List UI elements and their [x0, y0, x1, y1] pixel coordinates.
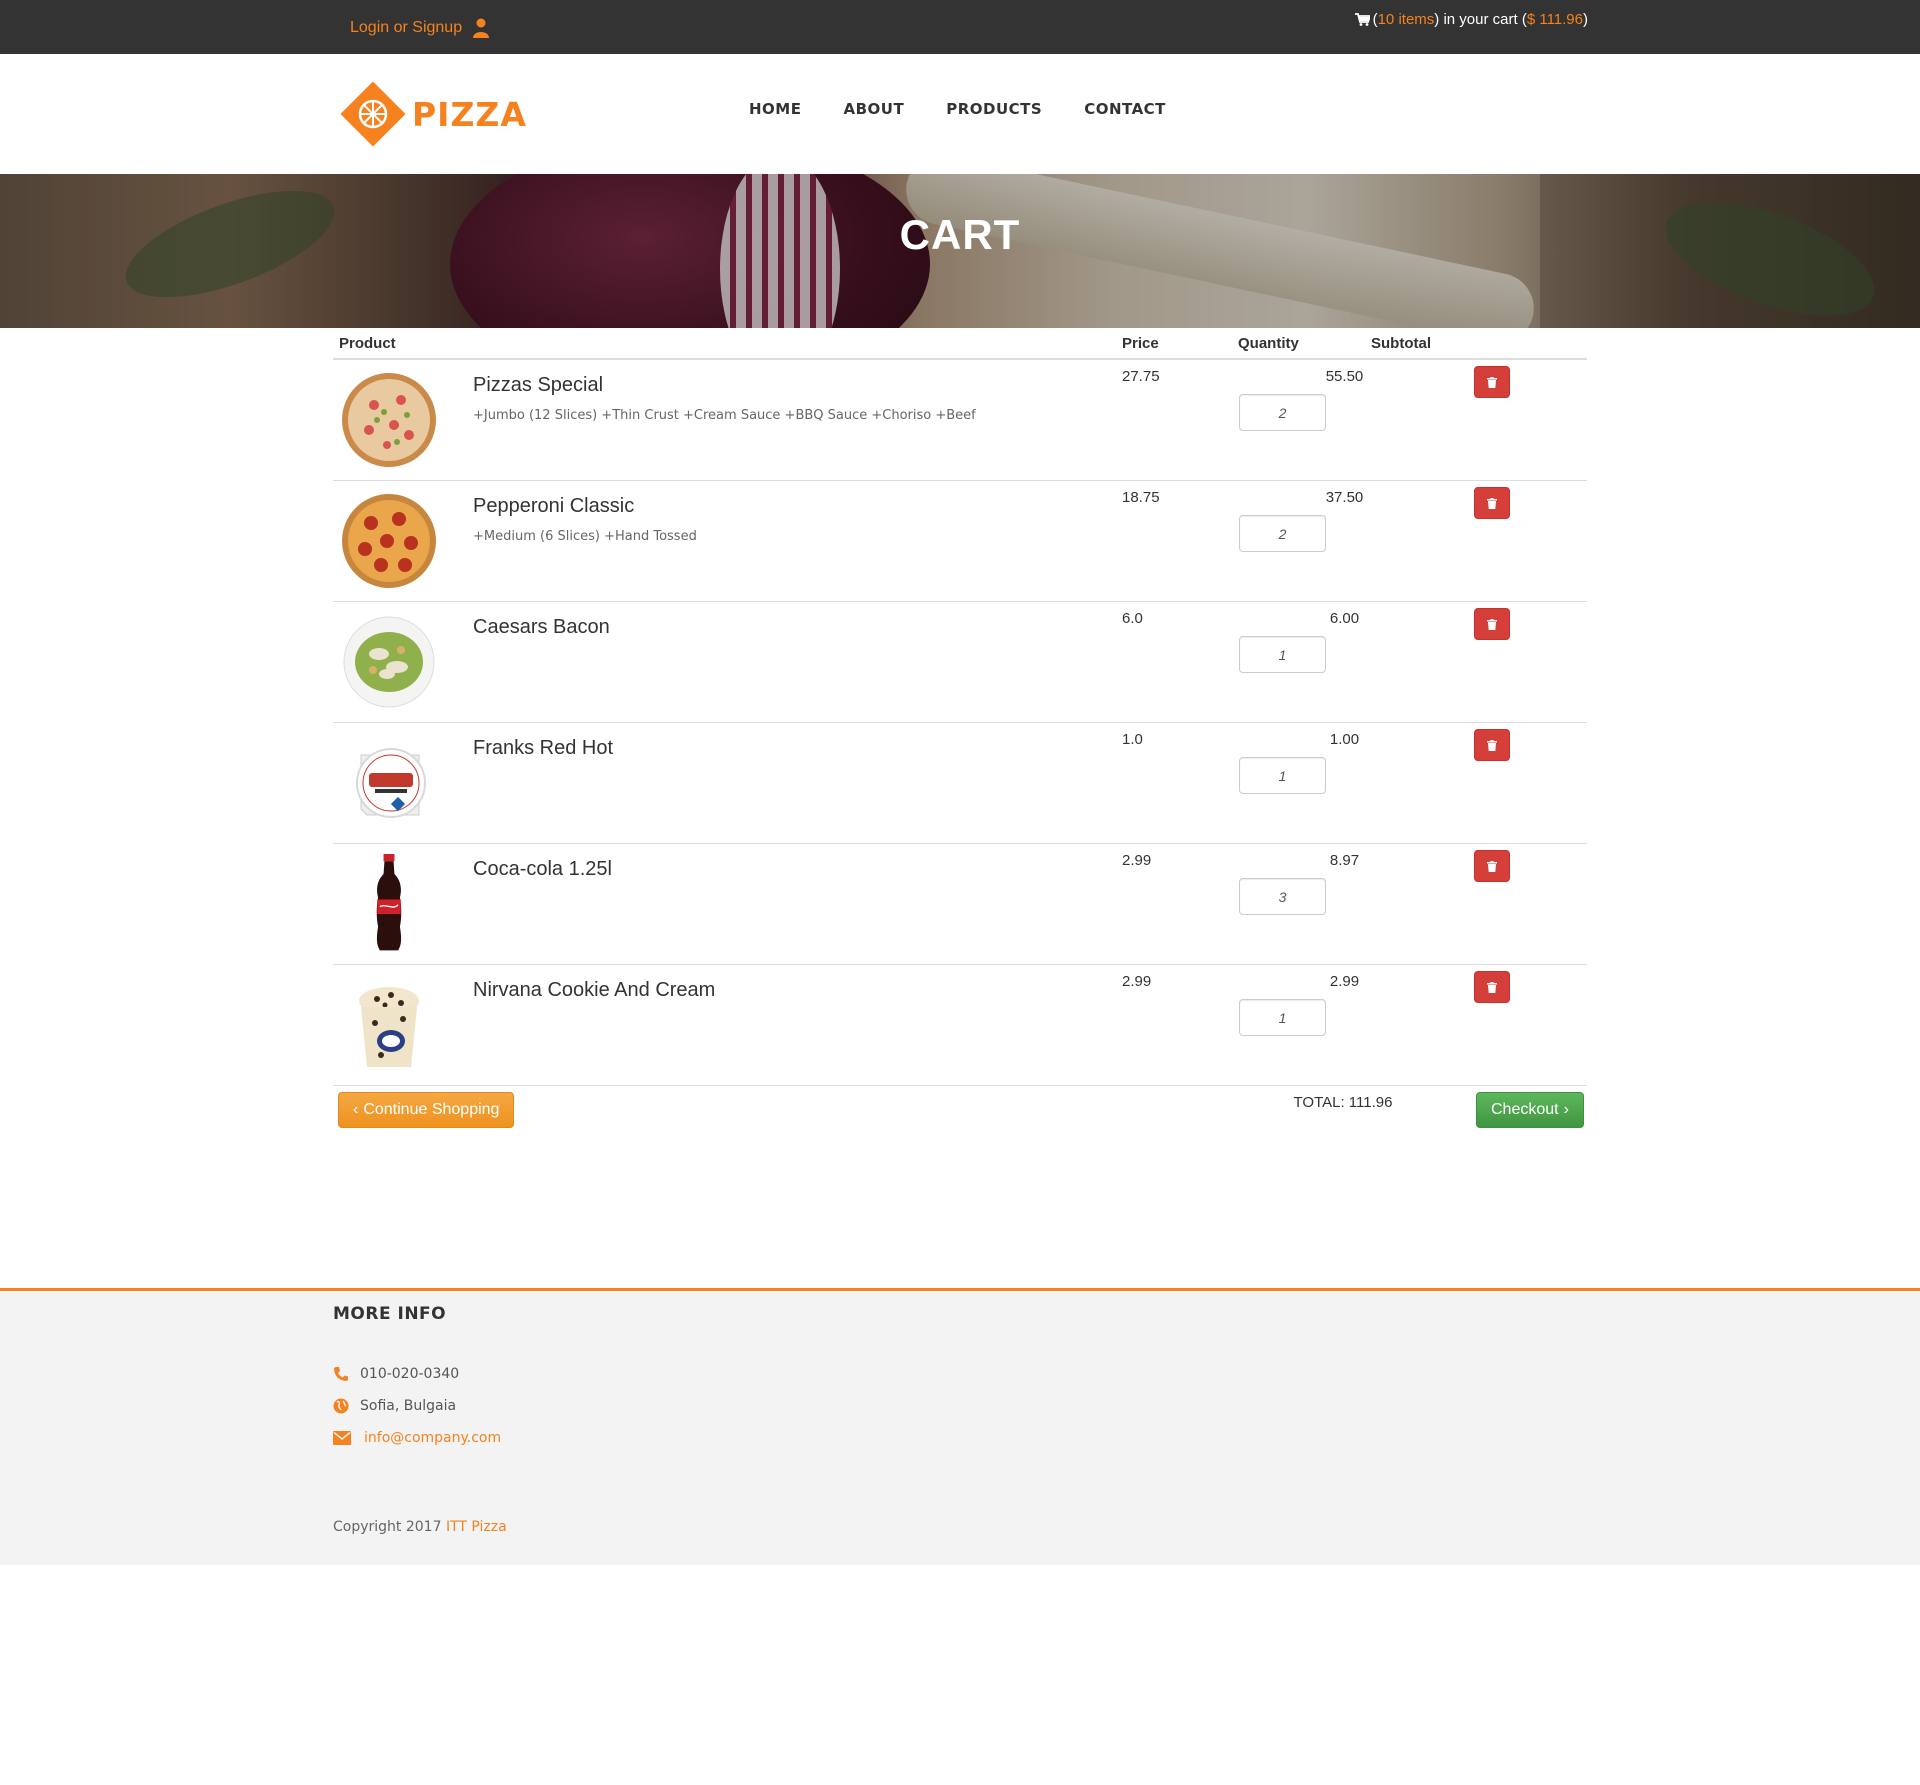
- product-price: 18.75: [1122, 489, 1160, 506]
- checkout-button[interactable]: Checkout ›: [1476, 1092, 1584, 1128]
- product-name[interactable]: Nirvana Cookie And Cream: [473, 979, 715, 1002]
- checkout-label: Checkout: [1491, 1101, 1559, 1118]
- quantity-input[interactable]: [1239, 515, 1326, 552]
- ice-cream-cup-image: [359, 987, 419, 1067]
- cart-footer: ‹ Continue Shopping TOTAL: 111.96 Checko…: [333, 1086, 1587, 1146]
- product-price: 2.99: [1122, 852, 1152, 869]
- cart-row: Caesars Bacon 6.0 6.00: [333, 602, 1587, 723]
- login-label: Login or Signup: [350, 19, 463, 36]
- product-price: 6.0: [1122, 610, 1143, 627]
- remove-item-button[interactable]: [1474, 729, 1510, 761]
- nav-products[interactable]: PRODUCTS: [946, 100, 1042, 118]
- email-link[interactable]: info@company.com: [364, 1430, 501, 1446]
- copyright-brand-link[interactable]: ITT Pizza: [446, 1519, 507, 1535]
- pizza-special-image: [342, 373, 436, 467]
- red-hot-sauce-image: [356, 748, 426, 818]
- caesar-salad-image: [343, 616, 435, 708]
- cart-row: Pepperoni Classic +Medium (6 Slices) +Ha…: [333, 481, 1587, 602]
- nav-about[interactable]: ABOUT: [843, 100, 904, 118]
- trash-icon: [1487, 618, 1497, 630]
- footer-phone: 010-020-0340: [333, 1366, 459, 1382]
- column-price: Price: [1122, 335, 1159, 352]
- copyright: Copyright 2017 ITT Pizza: [333, 1519, 507, 1535]
- phone-text: 010-020-0340: [360, 1366, 460, 1382]
- cart-table-header: Product Price Quantity Subtotal: [333, 328, 1587, 360]
- product-name[interactable]: Pepperoni Classic: [473, 495, 634, 518]
- product-name[interactable]: Coca-cola 1.25l: [473, 858, 612, 881]
- footer-email: info@company.com: [333, 1430, 501, 1446]
- product-subtotal: 6.00: [1329, 610, 1360, 627]
- product-name[interactable]: Caesars Bacon: [473, 616, 610, 639]
- globe-icon: [333, 1398, 349, 1414]
- continue-shopping-button[interactable]: ‹ Continue Shopping: [338, 1092, 515, 1128]
- remove-item-button[interactable]: [1474, 366, 1510, 398]
- product-subtotal: 2.99: [1329, 973, 1360, 990]
- quantity-input[interactable]: [1239, 757, 1326, 794]
- product-subtotal: 1.00: [1329, 731, 1360, 748]
- trash-icon: [1487, 739, 1497, 751]
- cart-total: TOTAL: 111.96: [1293, 1094, 1393, 1111]
- product-subtotal: 55.50: [1325, 368, 1364, 385]
- cart-icon: [1354, 13, 1370, 26]
- chevron-left-icon: ‹: [353, 1101, 359, 1118]
- column-product: Product: [339, 335, 396, 352]
- product-price: 27.75: [1122, 368, 1160, 385]
- footer-heading: MORE INFO: [333, 1304, 447, 1324]
- address-text: Sofia, Bulgaia: [360, 1398, 457, 1414]
- top-bar: Login or Signup ( 10 items ) in your car…: [0, 0, 1920, 54]
- product-subtotal: 37.50: [1325, 489, 1364, 506]
- trash-icon: [1487, 981, 1497, 993]
- page-title: CART: [899, 211, 1021, 258]
- product-subtotal: 8.97: [1329, 852, 1360, 869]
- cart-row: Nirvana Cookie And Cream 2.99 2.99: [333, 965, 1587, 1086]
- chevron-right-icon: ›: [1563, 1101, 1569, 1118]
- cola-bottle-image: [376, 854, 402, 951]
- cart-row: Pizzas Special +Jumbo (12 Slices) +Thin …: [333, 360, 1587, 481]
- nav-contact[interactable]: CONTACT: [1084, 100, 1166, 118]
- pepperoni-pizza-image: [342, 494, 436, 588]
- pizza-logo-icon: [340, 81, 406, 147]
- column-quantity: Quantity: [1238, 335, 1299, 352]
- quantity-input[interactable]: [1239, 878, 1326, 915]
- cart-table: Product Price Quantity Subtotal Pizzas S…: [333, 328, 1587, 1146]
- remove-item-button[interactable]: [1474, 487, 1510, 519]
- column-subtotal: Subtotal: [1371, 335, 1431, 352]
- site-header: PIZZA HOME ABOUT PRODUCTS CONTACT: [0, 54, 1920, 174]
- cart-summary-text: ) in your cart (: [1434, 11, 1527, 28]
- cart-close-paren: ): [1583, 11, 1588, 28]
- nav-home[interactable]: HOME: [749, 100, 801, 118]
- continue-shopping-label: Continue Shopping: [363, 1101, 500, 1118]
- site-logo[interactable]: PIZZA: [340, 81, 527, 147]
- phone-icon: [334, 1367, 348, 1381]
- cart-row: Coca-cola 1.25l 2.99 8.97: [333, 844, 1587, 965]
- trash-icon: [1487, 497, 1497, 509]
- user-icon: [473, 18, 490, 38]
- product-price: 2.99: [1122, 973, 1152, 990]
- trash-icon: [1487, 376, 1497, 388]
- cart-summary[interactable]: ( 10 items ) in your cart ( $ 111.96 ): [1354, 11, 1588, 28]
- copyright-text: Copyright 2017: [333, 1519, 446, 1535]
- cart-item-count[interactable]: 10 items: [1378, 11, 1435, 28]
- cart-total-amount[interactable]: $ 111.96: [1527, 11, 1583, 28]
- main-nav: HOME ABOUT PRODUCTS CONTACT: [749, 100, 1166, 118]
- logo-text: PIZZA: [412, 94, 527, 134]
- envelope-icon: [333, 1431, 351, 1445]
- quantity-input[interactable]: [1239, 636, 1326, 673]
- quantity-input[interactable]: [1239, 394, 1326, 431]
- quantity-input[interactable]: [1239, 999, 1326, 1036]
- remove-item-button[interactable]: [1474, 850, 1510, 882]
- trash-icon: [1487, 860, 1497, 872]
- remove-item-button[interactable]: [1474, 608, 1510, 640]
- remove-item-button[interactable]: [1474, 971, 1510, 1003]
- product-name[interactable]: Franks Red Hot: [473, 737, 613, 760]
- login-signup-link[interactable]: Login or Signup: [350, 18, 490, 38]
- product-name[interactable]: Pizzas Special: [473, 374, 603, 397]
- footer-address: Sofia, Bulgaia: [333, 1398, 456, 1414]
- product-price: 1.0: [1122, 731, 1143, 748]
- product-options: +Jumbo (12 Slices) +Thin Crust +Cream Sa…: [473, 408, 976, 423]
- page-banner: CART: [0, 174, 1920, 328]
- site-footer: MORE INFO 010-020-0340 Sofia, Bulgaia in…: [0, 1288, 1920, 1565]
- cart-row: Franks Red Hot 1.0 1.00: [333, 723, 1587, 844]
- product-options: +Medium (6 Slices) +Hand Tossed: [473, 529, 697, 544]
